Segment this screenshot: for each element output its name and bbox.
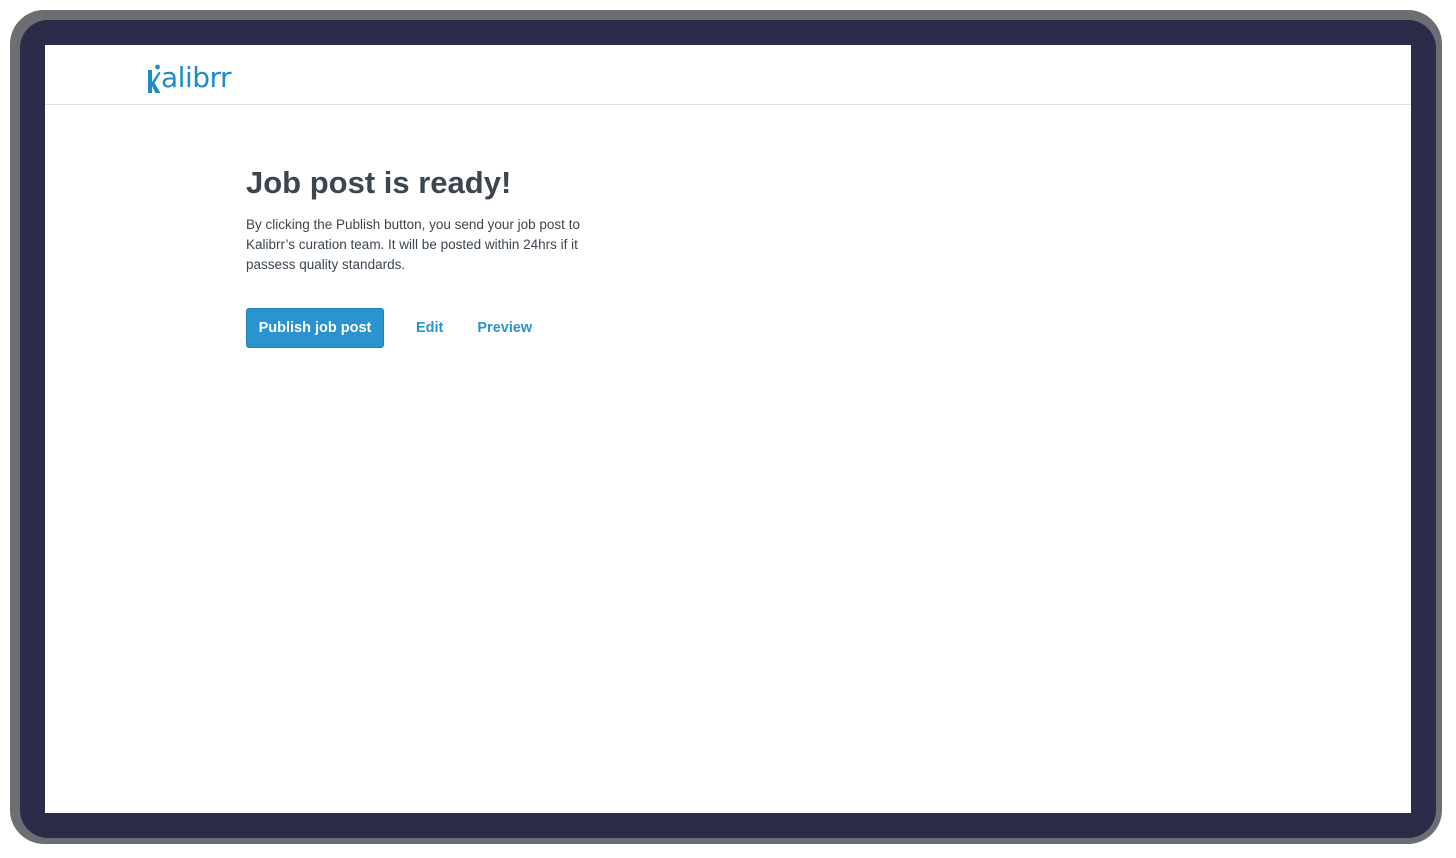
edit-link[interactable]: Edit: [416, 320, 443, 336]
publish-description: By clicking the Publish button, you send…: [246, 217, 580, 272]
logo-wordmark: alibrr: [161, 61, 232, 94]
top-header: alibrr: [45, 45, 1411, 105]
app-screen: alibrr Job post is ready! By clicking th…: [45, 45, 1411, 813]
page-title: Job post is ready!: [246, 165, 512, 200]
action-row: Publish job post Edit Preview: [246, 308, 646, 348]
kalibrr-logo-icon: [148, 64, 161, 93]
preview-link[interactable]: Preview: [477, 320, 532, 336]
publish-job-post-button[interactable]: Publish job post: [246, 308, 384, 348]
kalibrr-logo[interactable]: alibrr: [147, 59, 232, 94]
publish-panel: Job post is ready! By clicking the Publi…: [246, 163, 646, 348]
